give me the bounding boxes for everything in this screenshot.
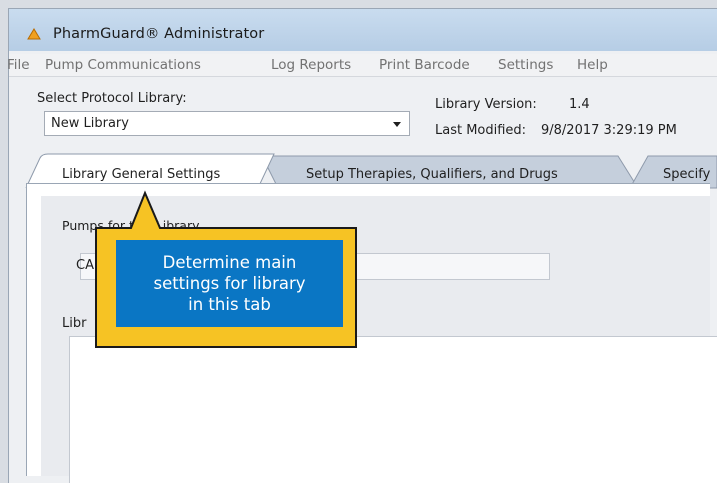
callout-text: Determine main settings for library in t… [153, 252, 306, 314]
screenshot-frame: PharmGuard® Administrator File Pump Comm… [0, 0, 717, 483]
callout-bubble [95, 190, 357, 348]
